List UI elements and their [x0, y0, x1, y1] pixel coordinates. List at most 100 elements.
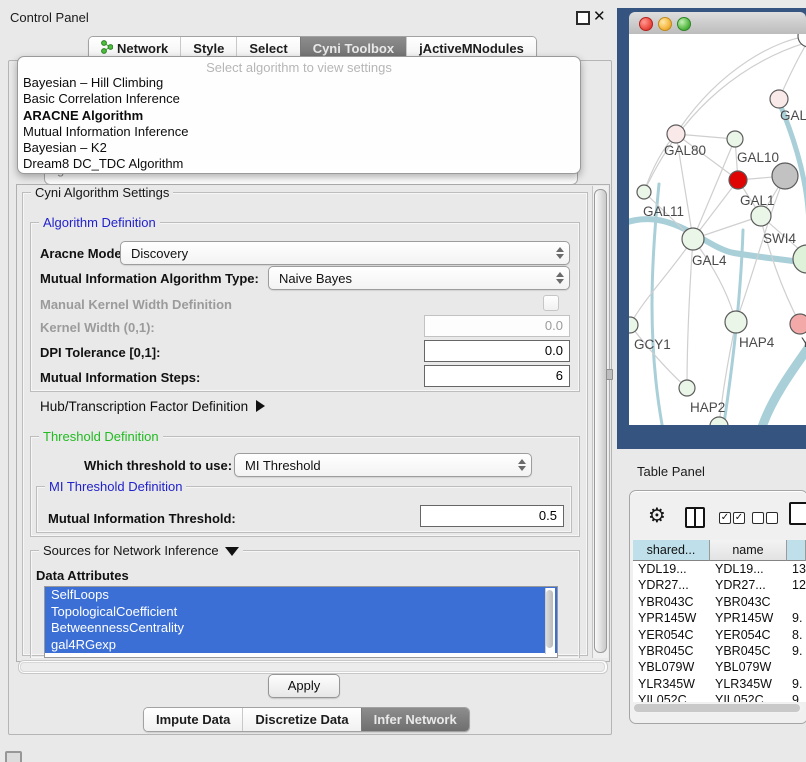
- document-icon[interactable]: [789, 502, 806, 525]
- attribute-item[interactable]: SelfLoops: [45, 587, 557, 604]
- attributes-scrollbar-thumb[interactable]: [546, 590, 553, 648]
- mi-algorithm-type-combo[interactable]: Naive Bayes: [268, 266, 570, 290]
- column-header[interactable]: shared...: [633, 540, 710, 561]
- network-node-gal10[interactable]: [727, 131, 743, 147]
- network-edge[interactable]: [630, 239, 693, 325]
- network-canvas[interactable]: GALGAL80GAL10GAL1GAL11GAL4SWI4GCY1HAP4YH…: [629, 34, 806, 425]
- bottom-tab-label: Discretize Data: [255, 712, 348, 727]
- mi-threshold-field[interactable]: 0.5: [420, 505, 564, 527]
- network-node-y[interactable]: [790, 314, 806, 334]
- column-header[interactable]: name: [710, 540, 787, 561]
- network-node[interactable]: [729, 171, 747, 189]
- network-node-gal4[interactable]: [682, 228, 704, 250]
- table-row[interactable]: YPR145WYPR145W9.: [633, 610, 806, 626]
- table-horizontal-scrollbar-thumb[interactable]: [634, 704, 800, 712]
- data-attributes-label: Data Attributes: [36, 568, 129, 583]
- tab-label: Style: [193, 41, 224, 56]
- table-cell: YBR045C: [633, 643, 710, 659]
- splitter-grip[interactable]: [606, 369, 613, 380]
- attribute-item[interactable]: TopologicalCoefficient: [45, 604, 557, 621]
- kernel-width-field[interactable]: 0.0: [424, 315, 570, 337]
- columns-icon[interactable]: [685, 507, 705, 528]
- bottom-tabs: Impute Data Discretize Data Infer Network: [143, 707, 470, 732]
- which-threshold-combo[interactable]: MI Threshold: [234, 453, 532, 477]
- table-row[interactable]: YDR27...YDR27...12: [633, 577, 806, 593]
- algorithm-option[interactable]: Dream8 DC_TDC Algorithm: [18, 156, 580, 172]
- window-zoom-icon[interactable]: [677, 17, 691, 31]
- table-row[interactable]: YBR045CYBR045C9.: [633, 643, 806, 659]
- network-node-gal11[interactable]: [637, 185, 651, 199]
- node-label: GAL10: [737, 150, 779, 165]
- node-label: GAL80: [664, 143, 706, 158]
- tab-label: jActiveMNodules: [419, 41, 524, 56]
- settings-vertical-scrollbar-thumb[interactable]: [594, 189, 607, 653]
- hub-section-toggle[interactable]: Hub/Transcription Factor Definition: [40, 399, 265, 414]
- algorithm-option[interactable]: Bayesian – Hill Climbing: [18, 75, 580, 91]
- table-row[interactable]: YLR345WYLR345W9.: [633, 676, 806, 692]
- network-node-hap4[interactable]: [725, 311, 747, 333]
- table-cell: 13: [787, 561, 806, 577]
- minimized-panel-icon[interactable]: [5, 751, 22, 762]
- attribute-item[interactable]: BetweennessCentrality: [45, 620, 557, 637]
- close-icon[interactable]: ✕: [593, 7, 606, 25]
- gear-icon[interactable]: ⚙: [648, 503, 666, 528]
- table-cell: YPR145W: [710, 610, 787, 626]
- bottom-tab-infer-network[interactable]: Infer Network: [361, 708, 469, 731]
- bottom-tab-discretize-data[interactable]: Discretize Data: [242, 708, 360, 731]
- column-header[interactable]: [787, 540, 806, 561]
- dpi-tolerance-field[interactable]: 0.0: [424, 340, 570, 362]
- network-node-gcy1[interactable]: [629, 317, 638, 333]
- network-edge[interactable]: [630, 325, 687, 388]
- unchecked-column-icon[interactable]: [752, 512, 764, 524]
- network-node-gal1[interactable]: [751, 206, 771, 226]
- checked-column-icon[interactable]: ✓: [719, 512, 731, 524]
- network-window-titlebar[interactable]: [629, 12, 806, 35]
- aracne-mode-value: Discovery: [121, 246, 551, 261]
- node-label: GAL4: [692, 253, 727, 268]
- aracne-mode-combo[interactable]: Discovery: [120, 241, 570, 265]
- algorithm-option[interactable]: ARACNE Algorithm: [18, 108, 580, 124]
- settings-horizontal-scrollbar-thumb[interactable]: [20, 662, 605, 672]
- window-minimize-icon[interactable]: [658, 17, 672, 31]
- network-node-gal[interactable]: [770, 90, 788, 108]
- bottom-tab-label: Impute Data: [156, 712, 230, 727]
- mi-steps-field[interactable]: 6: [424, 365, 570, 387]
- table-cell: YBR045C: [710, 643, 787, 659]
- algorithm-option[interactable]: Bayesian – K2: [18, 140, 580, 156]
- table-cell: YBL079W: [633, 659, 710, 675]
- table-row[interactable]: YBR043CYBR043C: [633, 594, 806, 610]
- table-cell: [787, 659, 806, 675]
- network-node[interactable]: [772, 163, 798, 189]
- table-row[interactable]: YBL079WYBL079W: [633, 659, 806, 675]
- table-row[interactable]: YIL052CYIL052C9: [633, 692, 806, 702]
- table-cell: YDL19...: [633, 561, 710, 577]
- network-node-swi4[interactable]: [793, 245, 806, 273]
- node-label: Y: [801, 335, 806, 350]
- tab-label: Select: [249, 41, 287, 56]
- algorithm-option[interactable]: Basic Correlation Inference: [18, 91, 580, 107]
- data-attributes-list[interactable]: SelfLoopsTopologicalCoefficientBetweenne…: [44, 586, 558, 658]
- apply-button[interactable]: Apply: [268, 674, 340, 698]
- table-row[interactable]: YDL19...YDL19...13: [633, 561, 806, 577]
- screen: Control Panel ✕ NetworkStyleSelectCyni T…: [0, 0, 806, 762]
- table-cell: 8.: [787, 627, 806, 643]
- table-cell: YDR27...: [710, 577, 787, 593]
- network-node-gal80[interactable]: [667, 125, 685, 143]
- attribute-item[interactable]: gal4RGexp: [45, 637, 557, 654]
- node-table[interactable]: shared...nameYDL19...YDL19...13YDR27...Y…: [633, 540, 806, 702]
- manual-kernel-width-checkbox[interactable]: [543, 295, 559, 311]
- hub-section-label: Hub/Transcription Factor Definition: [40, 399, 248, 414]
- window-close-icon[interactable]: [639, 17, 653, 31]
- table-cell: YER054C: [633, 627, 710, 643]
- checked-column-icon[interactable]: ✓: [733, 512, 745, 524]
- float-window-icon[interactable]: [576, 11, 590, 25]
- network-edge[interactable]: [779, 40, 806, 99]
- table-cell: YER054C: [710, 627, 787, 643]
- network-node-hap2[interactable]: [679, 380, 695, 396]
- sources-group-title[interactable]: Sources for Network Inference: [39, 543, 243, 558]
- table-row[interactable]: YER054CYER054C8.: [633, 627, 806, 643]
- bottom-tab-impute-data[interactable]: Impute Data: [144, 708, 242, 731]
- mi-threshold-label: Mutual Information Threshold:: [48, 511, 236, 526]
- algorithm-option[interactable]: Mutual Information Inference: [18, 124, 580, 140]
- unchecked-column-icon[interactable]: [766, 512, 778, 524]
